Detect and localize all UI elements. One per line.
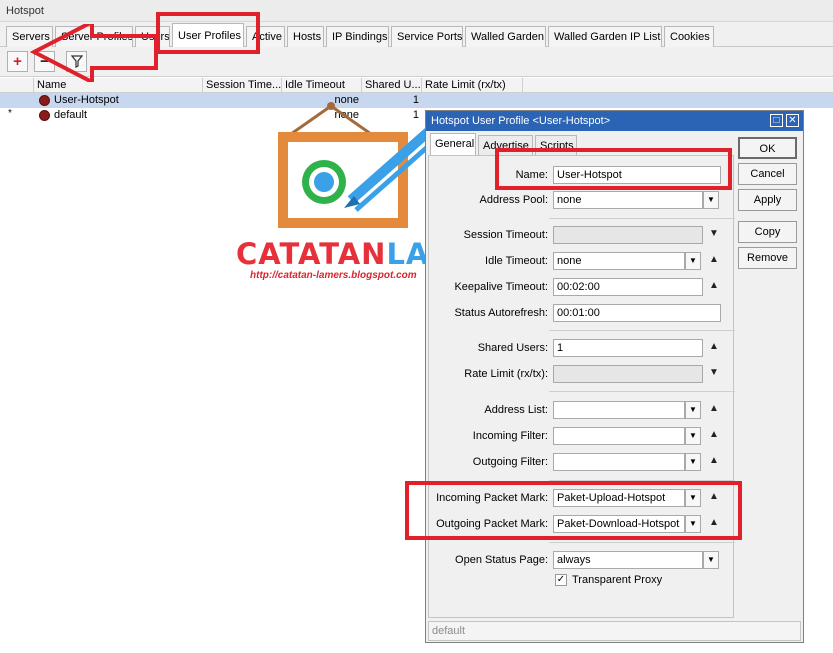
idle-timeout-select[interactable]: none [553, 252, 685, 270]
column-session-timeout[interactable]: Session Time... [203, 78, 282, 93]
address-pool-select[interactable]: none [553, 191, 703, 209]
transparent-proxy-checkbox[interactable]: ✓ [555, 574, 567, 586]
idle-timeout-label: Idle Timeout: [485, 255, 548, 267]
address-list-select[interactable] [553, 401, 685, 419]
highlight-packet-marks [405, 481, 742, 540]
idle-timeout-dropdown-icon[interactable]: ▼ [685, 252, 701, 270]
divider [549, 542, 735, 543]
tab-walled-garden[interactable]: Walled Garden [465, 26, 546, 47]
tab-cookies[interactable]: Cookies [664, 26, 714, 47]
dialog-title: Hotspot User Profile <User-Hotspot> [426, 111, 803, 131]
tab-hosts[interactable]: Hosts [287, 26, 324, 47]
logo-url: http://catatan-lamers.blogspot.com [250, 270, 417, 281]
logo-text-red: CATATAN [236, 237, 387, 271]
copy-button[interactable]: Copy [738, 221, 797, 243]
keepalive-timeout-label: Keepalive Timeout: [454, 281, 548, 293]
column-idle-timeout[interactable]: Idle Timeout [282, 78, 362, 93]
apply-button[interactable]: Apply [738, 189, 797, 211]
incoming-filter-collapse-icon[interactable]: ▲ [709, 429, 719, 440]
outgoing-filter-collapse-icon[interactable]: ▲ [709, 455, 719, 466]
idle-timeout-collapse-icon[interactable]: ▲ [709, 254, 719, 265]
rate-limit-field[interactable] [553, 365, 703, 383]
shared-users-label: Shared Users: [477, 342, 548, 354]
shared-users-collapse-icon[interactable]: ▲ [709, 341, 719, 352]
status-autorefresh-field[interactable]: 00:01:00 [553, 304, 721, 322]
window-title: Hotspot [0, 0, 833, 22]
cell-name: User-Hotspot [54, 94, 119, 106]
session-timeout-label: Session Timeout: [463, 229, 548, 241]
highlight-user-profiles-tab [156, 12, 260, 54]
cell-name: default [54, 109, 88, 121]
rate-limit-expand-icon[interactable]: ▼ [709, 367, 719, 378]
profile-icon [39, 110, 50, 121]
address-list-label: Address List: [484, 404, 548, 416]
add-button[interactable]: + [7, 51, 28, 72]
incoming-filter-select[interactable] [553, 427, 685, 445]
tab-walled-garden-ip-list[interactable]: Walled Garden IP List [548, 26, 662, 47]
default-marker: * [8, 108, 12, 119]
ok-button[interactable]: OK [738, 137, 797, 159]
shared-users-field[interactable]: 1 [553, 339, 703, 357]
keepalive-collapse-icon[interactable]: ▲ [709, 280, 719, 291]
divider [549, 391, 735, 392]
tab-service-ports[interactable]: Service Ports [391, 26, 463, 47]
tab-ip-bindings[interactable]: IP Bindings [326, 26, 389, 47]
divider [549, 330, 735, 331]
session-timeout-field[interactable] [553, 226, 703, 244]
dialog-status-bar: default [428, 621, 801, 641]
outgoing-filter-select[interactable] [553, 453, 685, 471]
header-spacer [0, 78, 34, 93]
cancel-button[interactable]: Cancel [738, 163, 797, 185]
remove-profile-button[interactable]: Remove [738, 247, 797, 269]
profile-icon [39, 95, 50, 106]
divider [549, 218, 735, 219]
status-autorefresh-label: Status Autorefresh: [454, 307, 548, 319]
outgoing-filter-label: Outgoing Filter: [472, 456, 548, 468]
maximize-icon[interactable]: □ [770, 114, 783, 127]
column-shared-users[interactable]: Shared U... [362, 78, 422, 93]
transparent-proxy-label: Transparent Proxy [572, 574, 663, 586]
general-panel: Name: User-Hotspot Address Pool: none ▼ … [428, 155, 735, 618]
red-arrow-icon [30, 24, 158, 82]
dialog-tab-general[interactable]: General [430, 133, 476, 156]
close-icon[interactable]: ✕ [786, 114, 799, 127]
open-status-page-dropdown-icon[interactable]: ▼ [703, 551, 719, 569]
incoming-filter-label: Incoming Filter: [472, 430, 548, 442]
column-rate-limit[interactable]: Rate Limit (rx/tx) [422, 78, 523, 93]
incoming-filter-dropdown-icon[interactable]: ▼ [685, 427, 701, 445]
rate-limit-label: Rate Limit (rx/tx): [464, 368, 548, 380]
outgoing-filter-dropdown-icon[interactable]: ▼ [685, 453, 701, 471]
open-status-page-label: Open Status Page: [455, 554, 548, 566]
address-list-dropdown-icon[interactable]: ▼ [685, 401, 701, 419]
address-pool-dropdown-icon[interactable]: ▼ [703, 191, 719, 209]
address-pool-label: Address Pool: [479, 194, 548, 206]
highlight-name-field [495, 148, 732, 190]
keepalive-timeout-field[interactable]: 00:02:00 [553, 278, 703, 296]
address-list-collapse-icon[interactable]: ▲ [709, 403, 719, 414]
session-timeout-expand-icon[interactable]: ▼ [709, 228, 719, 239]
open-status-page-select[interactable]: always [553, 551, 703, 569]
